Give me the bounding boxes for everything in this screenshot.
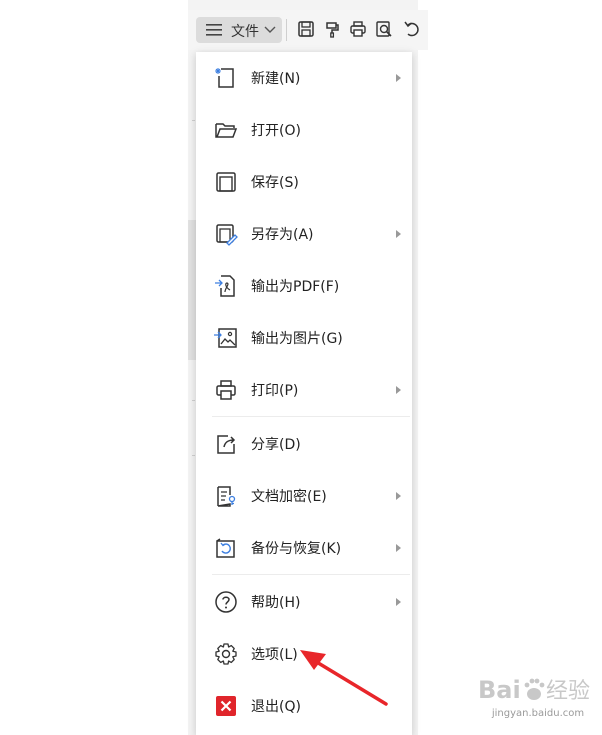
menu-item-label: 输出为图片(G) <box>251 331 343 347</box>
menu-item-backup-restore[interactable]: 备份与恢复(K) <box>196 522 412 574</box>
file-menu-label: 文件 <box>231 24 259 40</box>
gear-icon <box>215 643 237 665</box>
toolbar-separator <box>286 19 287 41</box>
ruler-mark <box>192 120 195 121</box>
document-edge <box>188 220 196 360</box>
menu-item-export-image[interactable]: 输出为图片(G) <box>196 312 412 364</box>
menu-item-label: 分享(D) <box>251 437 301 453</box>
submenu-arrow-icon <box>396 492 401 500</box>
menu-divider <box>212 574 410 575</box>
menu-item-open[interactable]: 打开(O) <box>196 104 412 156</box>
file-menu-button[interactable]: 文件 <box>196 17 282 43</box>
baidu-jingyan-watermark: Bai 经验 jingyan.baidu.com <box>476 670 600 728</box>
menu-item-label: 保存(S) <box>251 175 299 191</box>
print-icon[interactable] <box>348 19 368 39</box>
menu-item-export-pdf[interactable]: 输出为PDF(F) <box>196 260 412 312</box>
undo-icon[interactable] <box>402 19 422 39</box>
print-preview-icon[interactable] <box>374 19 394 39</box>
submenu-arrow-icon <box>396 74 401 82</box>
baidu-jingyan-logo: Bai 经验 <box>478 676 590 704</box>
menu-item-label: 文档加密(E) <box>251 489 327 505</box>
submenu-arrow-icon <box>396 598 401 606</box>
format-painter-icon[interactable] <box>322 19 342 39</box>
print-icon <box>216 380 236 400</box>
menu-item-label: 选项(L) <box>251 647 298 663</box>
menu-item-new[interactable]: 新建(N) <box>196 52 412 104</box>
backup-restore-icon <box>216 538 235 558</box>
submenu-arrow-icon <box>396 544 401 552</box>
menu-item-label: 打开(O) <box>251 123 301 139</box>
folder-open-icon <box>215 123 238 138</box>
chevron-down-icon[interactable] <box>264 25 276 35</box>
annotation-arrow <box>300 650 388 706</box>
menu-item-label: 帮助(H) <box>251 595 301 611</box>
ruler-mark <box>192 400 195 401</box>
menu-item-label: 输出为PDF(F) <box>251 279 340 295</box>
new-document-icon <box>215 68 234 88</box>
svg-text:经验: 经验 <box>546 679 590 704</box>
menu-item-label: 另存为(A) <box>251 227 314 243</box>
menu-item-save-as[interactable]: 另存为(A) <box>196 208 412 260</box>
save-as-icon <box>216 224 238 246</box>
save-icon <box>216 172 236 192</box>
svg-text:Bai: Bai <box>478 676 521 704</box>
ruler-mark <box>192 455 195 456</box>
encrypt-icon <box>217 486 236 507</box>
submenu-arrow-icon <box>396 386 401 394</box>
menu-item-share[interactable]: 分享(D) <box>196 418 412 470</box>
export-pdf-icon <box>215 275 235 297</box>
menu-item-label: 新建(N) <box>251 71 301 87</box>
export-image-icon <box>214 328 237 348</box>
hamburger-icon <box>206 24 222 36</box>
menu-item-help[interactable]: 帮助(H) <box>196 576 412 628</box>
menu-divider <box>212 416 410 417</box>
menu-item-label: 备份与恢复(K) <box>251 541 342 557</box>
menu-item-save[interactable]: 保存(S) <box>196 156 412 208</box>
menu-item-encrypt[interactable]: 文档加密(E) <box>196 470 412 522</box>
submenu-arrow-icon <box>396 230 401 238</box>
save-icon[interactable] <box>296 19 316 39</box>
share-icon <box>217 435 236 454</box>
menu-item-label: 打印(P) <box>251 383 299 399</box>
help-icon <box>215 591 237 613</box>
menu-item-print[interactable]: 打印(P) <box>196 364 412 416</box>
menu-item-label: 退出(Q) <box>251 699 301 715</box>
exit-icon <box>216 696 236 716</box>
watermark-url: jingyan.baidu.com <box>491 708 585 719</box>
